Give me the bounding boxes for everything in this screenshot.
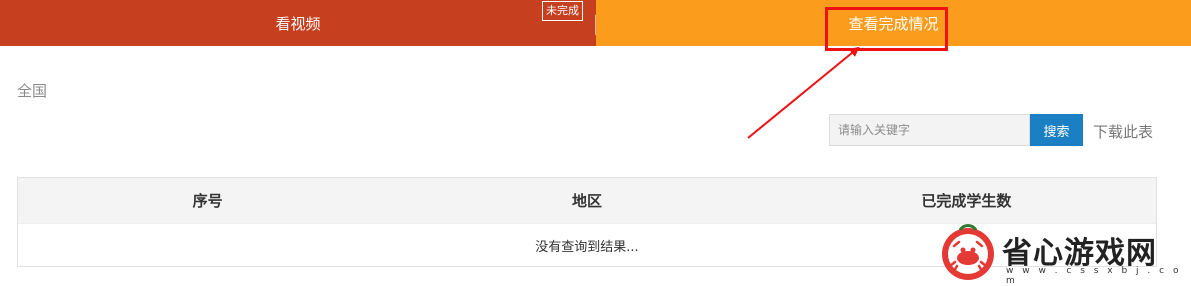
download-table-link[interactable]: 下载此表 <box>1093 121 1153 142</box>
region-label: 全国 <box>17 82 48 100</box>
annotation-highlight-box <box>825 7 948 51</box>
incomplete-badge: 未完成 <box>542 1 583 21</box>
column-header-region[interactable]: 地区 <box>397 190 776 211</box>
crab-logo-icon <box>942 224 994 280</box>
search-button[interactable]: 搜索 <box>1030 114 1083 146</box>
column-header-completed-students[interactable]: 已完成学生数 <box>777 190 1156 211</box>
tab-watch-video-label: 看视频 <box>275 14 321 33</box>
tab-watch-video[interactable]: 看视频 未完成 <box>0 0 596 46</box>
table-header: 序号 地区 已完成学生数 <box>18 178 1156 223</box>
site-watermark: 省心游戏网 w w w . c s s x b j . c o m <box>940 222 1191 286</box>
watermark-url: w w w . c s s x b j . c o m <box>1006 266 1182 286</box>
column-header-index[interactable]: 序号 <box>18 190 397 211</box>
search-input[interactable] <box>829 114 1030 146</box>
tab-bar: 看视频 未完成 查看完成情况 <box>0 0 1191 46</box>
